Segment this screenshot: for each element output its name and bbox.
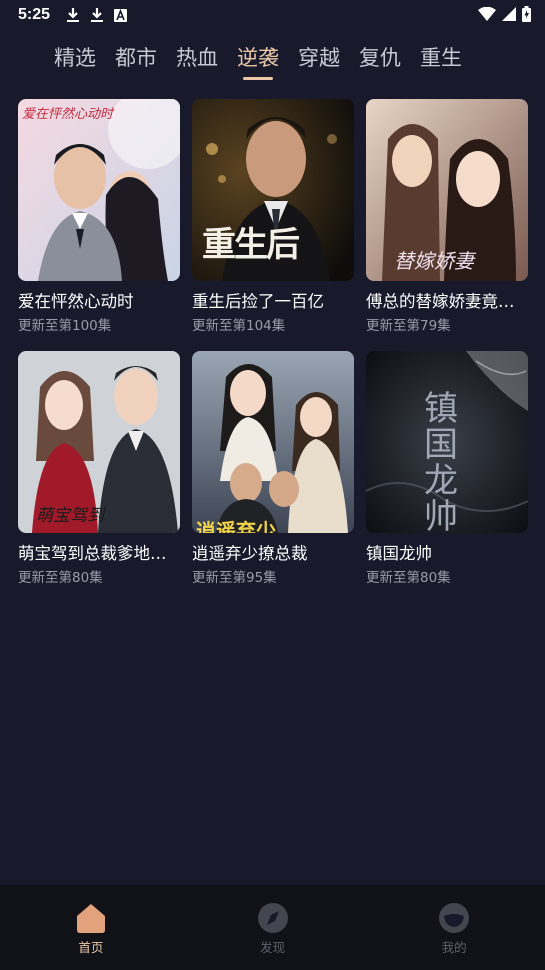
drama-card[interactable]: 萌宝驾到 萌宝驾到总裁爹地… 更新至第80集 xyxy=(18,351,180,589)
drama-title: 爱在怦然心动时 xyxy=(18,292,134,311)
nav-label: 首页 xyxy=(78,940,104,955)
tab-chongsheng[interactable]: 重生 xyxy=(420,40,462,80)
compass-icon xyxy=(256,902,290,934)
font-icon xyxy=(114,8,128,22)
drama-cover[interactable]: 重生后 xyxy=(192,99,354,281)
cover-title-text: 替嫁娇妻 xyxy=(394,249,474,273)
nav-profile[interactable]: 我的 xyxy=(363,885,545,970)
tab-label: 重生 xyxy=(420,46,462,70)
tab-nixi[interactable]: 逆袭 xyxy=(237,40,279,80)
drama-card[interactable]: 镇国龙帅 镇国龙帅 更新至第80集 xyxy=(366,351,528,589)
download-icon xyxy=(66,7,80,23)
drama-cover[interactable]: 萌宝驾到 xyxy=(18,351,180,533)
drama-title: 镇国龙帅 xyxy=(366,544,432,563)
tab-label: 热血 xyxy=(176,46,218,70)
battery-icon xyxy=(522,6,531,22)
drama-card[interactable]: 爱在怦然心动时 爱在怦然心动时 更新至第100集 xyxy=(18,99,180,337)
tab-label: 精选 xyxy=(54,46,96,70)
tab-label: 穿越 xyxy=(298,46,340,70)
drama-episode-status: 更新至第80集 xyxy=(18,570,103,586)
nav-discover[interactable]: 发现 xyxy=(182,885,364,970)
tab-jingxuan[interactable]: 精选 xyxy=(54,40,96,80)
home-icon xyxy=(74,902,108,934)
drama-title: 重生后捡了一百亿 xyxy=(192,292,324,311)
drama-title: 傅总的替嫁娇妻竟… xyxy=(366,292,515,311)
nav-label: 发现 xyxy=(260,940,286,955)
download-icon xyxy=(90,7,104,23)
category-tabs: 精选 都市 热血 逆袭 穿越 复仇 重生 xyxy=(0,40,545,80)
nav-home[interactable]: 首页 xyxy=(0,885,182,970)
drama-episode-status: 更新至第100集 xyxy=(18,318,112,334)
drama-card[interactable]: 逍遥弃少 逍遥弃少撩总裁 更新至第95集 xyxy=(192,351,354,589)
status-bar: 5:25 xyxy=(0,0,545,30)
active-tab-indicator xyxy=(243,77,273,80)
cover-title-text: 爱在怦然心动时 xyxy=(22,107,114,122)
tab-rexue[interactable]: 热血 xyxy=(176,40,218,80)
drama-episode-status: 更新至第80集 xyxy=(366,570,451,586)
nav-label: 我的 xyxy=(441,940,467,955)
drama-grid: 爱在怦然心动时 爱在怦然心动时 更新至第100集 重生后 重生后捡了一百亿 更新… xyxy=(18,99,528,589)
wifi-icon xyxy=(478,7,496,21)
drama-title: 逍遥弃少撩总裁 xyxy=(192,544,308,563)
drama-episode-status: 更新至第95集 xyxy=(192,570,277,586)
profile-icon xyxy=(437,902,471,934)
cover-title-text: 重生后 xyxy=(202,225,300,265)
tab-dushi[interactable]: 都市 xyxy=(115,40,157,80)
cover-title-text: 逍遥弃少 xyxy=(196,519,276,533)
drama-episode-status: 更新至第79集 xyxy=(366,318,451,334)
drama-cover[interactable]: 替嫁娇妻 xyxy=(366,99,528,281)
status-time: 5:25 xyxy=(18,6,51,23)
drama-card[interactable]: 替嫁娇妻 傅总的替嫁娇妻竟… 更新至第79集 xyxy=(366,99,528,337)
cover-title-text: 镇国龙帅 xyxy=(424,389,458,533)
signal-icon xyxy=(502,7,516,21)
drama-card[interactable]: 重生后 重生后捡了一百亿 更新至第104集 xyxy=(192,99,354,337)
drama-cover[interactable]: 镇国龙帅 xyxy=(366,351,528,533)
tab-label: 复仇 xyxy=(359,46,401,70)
cover-title-text: 萌宝驾到 xyxy=(36,506,104,526)
drama-cover[interactable]: 逍遥弃少 xyxy=(192,351,354,533)
drama-episode-status: 更新至第104集 xyxy=(192,318,286,334)
drama-title: 萌宝驾到总裁爹地… xyxy=(18,544,167,563)
drama-cover[interactable]: 爱在怦然心动时 xyxy=(18,99,180,281)
tab-chuanyue[interactable]: 穿越 xyxy=(298,40,340,80)
bottom-nav: 首页 发现 我的 xyxy=(0,885,545,970)
tab-label: 都市 xyxy=(115,46,157,70)
tab-fuchou[interactable]: 复仇 xyxy=(359,40,401,80)
tab-label: 逆袭 xyxy=(237,46,279,70)
